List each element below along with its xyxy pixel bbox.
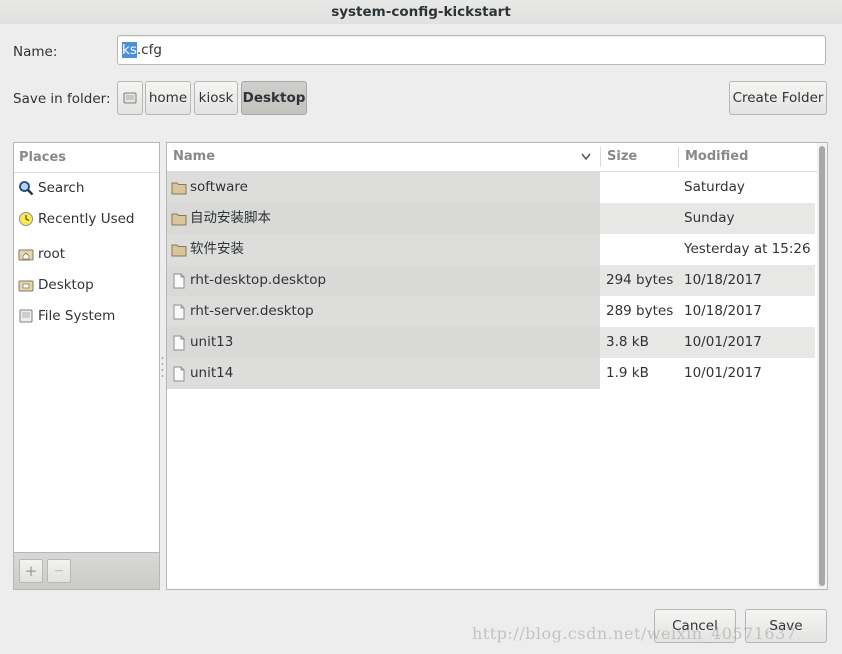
place-item-root[interactable]: root — [18, 242, 65, 266]
place-item-recently-used[interactable]: Recently Used — [18, 207, 134, 231]
scrollbar-thumb[interactable] — [819, 146, 825, 586]
document-icon — [173, 335, 185, 351]
document-icon — [173, 273, 185, 289]
file-list-scrollbar[interactable] — [817, 143, 827, 589]
folder-icon — [171, 182, 187, 195]
file-size: 294 bytes — [606, 272, 674, 288]
filename-rest: .cfg — [136, 42, 162, 58]
file-row[interactable]: rht-desktop.desktop 294 bytes 10/18/2017 — [167, 265, 815, 296]
watermark: http://blog.csdn.net/weixin_40571637 — [472, 624, 797, 643]
file-modified: 10/01/2017 — [684, 334, 762, 350]
places-panel: Places Search Recently Used root Desktop — [13, 142, 160, 590]
create-folder-button[interactable]: Create Folder — [729, 81, 827, 115]
file-name: unit14 — [190, 365, 234, 381]
place-item-search[interactable]: Search — [18, 176, 84, 200]
file-size: 1.9 kB — [606, 365, 649, 381]
column-name-label: Name — [173, 149, 216, 164]
folder-icon — [171, 244, 187, 257]
place-label: Recently Used — [38, 211, 135, 227]
file-name: rht-server.desktop — [190, 303, 314, 319]
file-row[interactable]: rht-server.desktop 289 bytes 10/18/2017 — [167, 296, 815, 327]
file-modified: Sunday — [684, 210, 735, 226]
file-name: unit13 — [190, 334, 234, 350]
drive-icon — [123, 92, 137, 104]
name-label: Name: — [13, 44, 58, 60]
path-button-home[interactable]: home — [145, 81, 191, 115]
place-item-file-system[interactable]: File System — [18, 304, 115, 328]
file-modified: 10/18/2017 — [684, 303, 762, 319]
place-label: Search — [38, 180, 85, 196]
save-in-folder-label: Save in folder: — [13, 91, 111, 107]
column-header-modified[interactable]: Modified — [685, 143, 815, 171]
file-row[interactable]: software Saturday — [167, 172, 815, 203]
file-row[interactable]: 自动安装脚本 Sunday — [167, 203, 815, 234]
file-name: 自动安装脚本 — [190, 210, 271, 226]
window-title: system-config-kickstart — [0, 0, 842, 24]
path-root-button[interactable] — [117, 81, 143, 115]
document-icon — [173, 304, 185, 320]
file-name: rht-desktop.desktop — [190, 272, 327, 288]
place-label: File System — [38, 308, 116, 324]
file-size: 289 bytes — [606, 303, 674, 319]
drive-icon — [19, 309, 33, 323]
remove-bookmark-button[interactable]: — — [47, 559, 71, 583]
folder-icon — [171, 213, 187, 226]
file-size: 3.8 kB — [606, 334, 649, 350]
place-item-desktop[interactable]: Desktop — [18, 273, 94, 297]
places-toolbar: + — — [14, 552, 159, 589]
file-row[interactable]: 软件安装 Yesterday at 15:26 — [167, 234, 815, 265]
file-row[interactable]: unit13 3.8 kB 10/01/2017 — [167, 327, 815, 358]
file-list[interactable]: Name Size Modified software Saturday 自动安… — [166, 142, 828, 590]
filename-input[interactable]: ks.cfg — [117, 35, 826, 65]
home-folder-icon — [18, 249, 34, 261]
filename-selection: ks — [122, 42, 137, 58]
places-header: Places — [14, 143, 159, 173]
document-icon — [173, 366, 185, 382]
column-size-label: Size — [607, 149, 638, 164]
file-name: 软件安装 — [190, 241, 244, 257]
file-row[interactable]: unit14 1.9 kB 10/01/2017 — [167, 358, 815, 389]
file-modified: Yesterday at 15:26 — [684, 241, 811, 257]
file-list-header: Name Size Modified — [167, 143, 817, 172]
place-label: root — [38, 246, 66, 262]
recent-icon — [19, 212, 33, 226]
add-bookmark-button[interactable]: + — [19, 559, 43, 583]
file-modified: Saturday — [684, 179, 745, 195]
path-button-kiosk[interactable]: kiosk — [194, 81, 238, 115]
file-name: software — [190, 179, 248, 195]
column-modified-label: Modified — [685, 149, 749, 164]
sort-chevron-down-icon — [581, 153, 591, 161]
path-button-desktop[interactable]: Desktop — [241, 81, 307, 115]
pane-resize-handle[interactable] — [161, 355, 164, 381]
column-header-size[interactable]: Size — [607, 143, 677, 171]
file-modified: 10/01/2017 — [684, 365, 762, 381]
place-label: Desktop — [38, 277, 94, 293]
desktop-folder-icon — [18, 280, 34, 292]
search-icon — [19, 181, 34, 196]
file-modified: 10/18/2017 — [684, 272, 762, 288]
column-header-name[interactable]: Name — [173, 143, 593, 171]
